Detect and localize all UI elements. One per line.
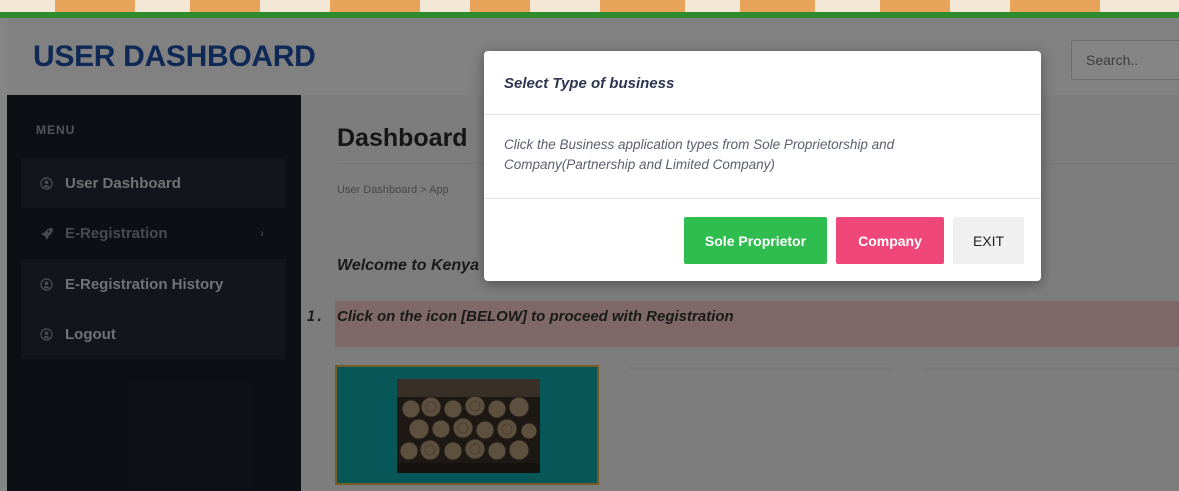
company-button[interactable]: Company (836, 217, 944, 264)
exit-button[interactable]: EXIT (953, 217, 1024, 264)
sole-proprietor-button[interactable]: Sole Proprietor (684, 217, 827, 264)
modal-title: Select Type of business (504, 75, 675, 92)
modal-divider (484, 114, 1041, 115)
top-decorative-band (0, 0, 1179, 12)
modal-body-text: Click the Business application types fro… (504, 137, 895, 172)
business-type-modal: Select Type of business Click the Busine… (484, 51, 1041, 281)
modal-divider (484, 198, 1041, 199)
